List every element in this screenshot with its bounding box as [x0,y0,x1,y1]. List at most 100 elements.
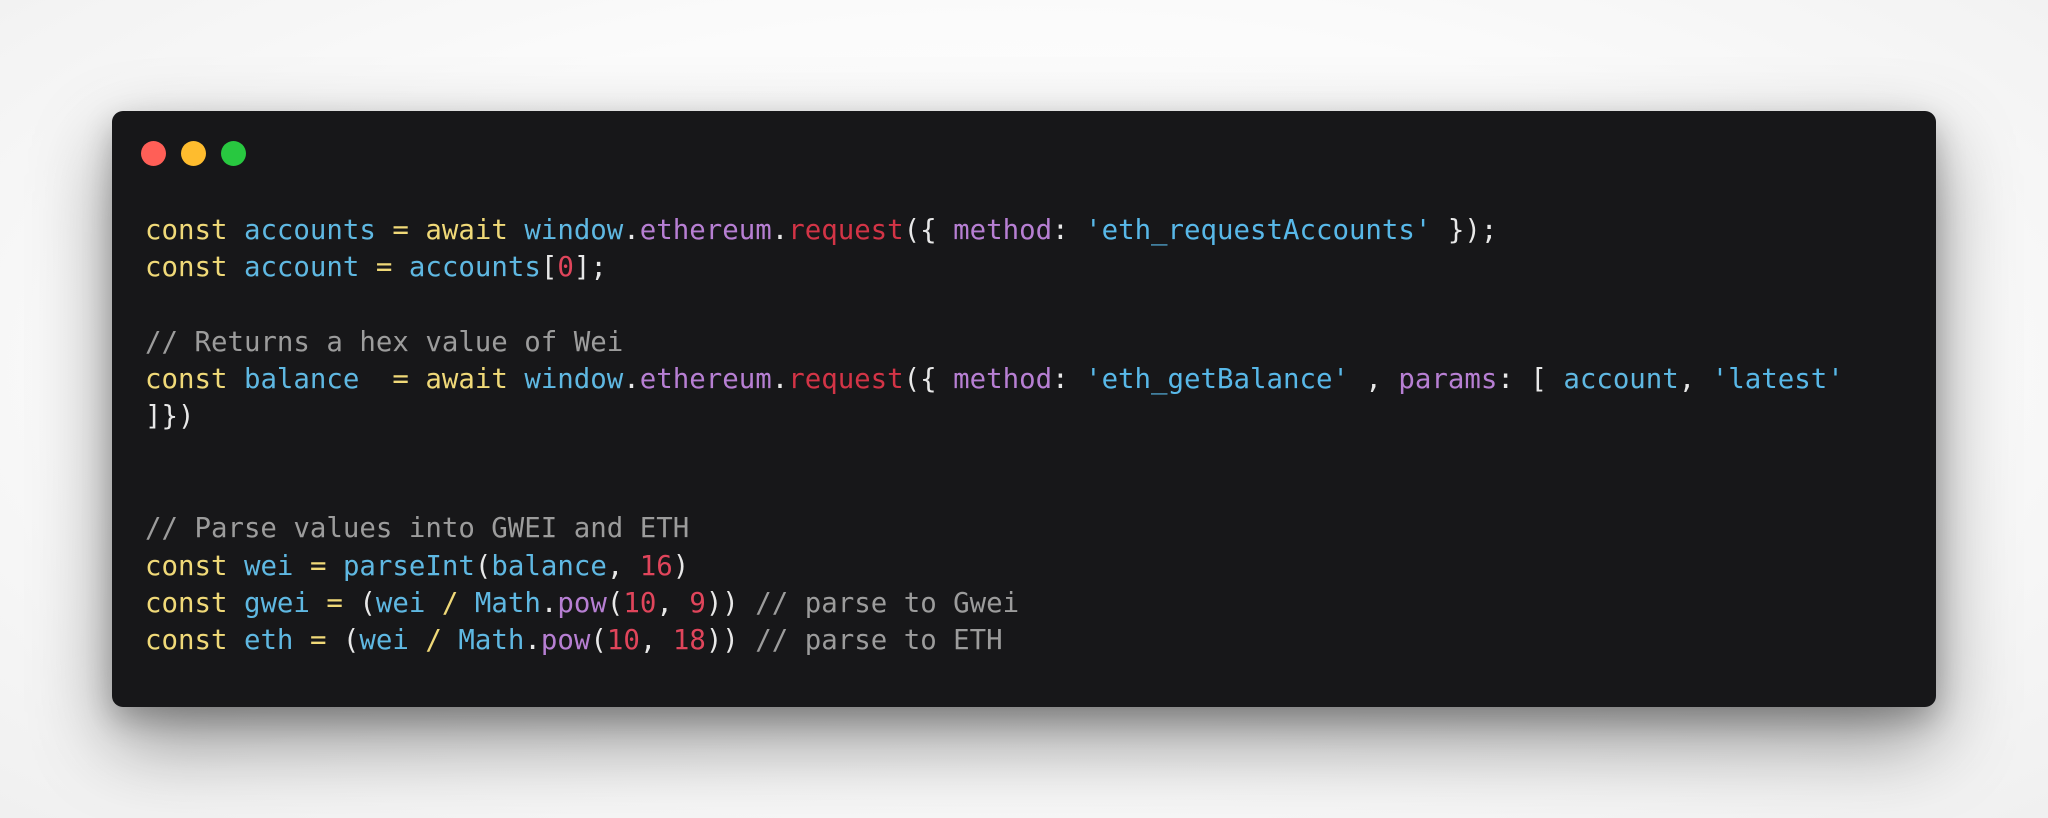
code-token: pow [540,625,591,657]
code-line: const eth = (wei / Math.pow(10, 18)) // … [145,622,1906,659]
code-token: ( [474,550,492,582]
code-token: . [524,625,541,657]
code-token: 0 [557,252,574,284]
code-window: const accounts = await window.ethereum.r… [112,111,1936,707]
code-token: window [524,364,624,396]
code-token: . [540,587,558,619]
window-titlebar [112,111,1936,171]
code-token: parseInt [342,550,475,582]
minimize-window-icon[interactable] [181,141,206,166]
code-token: . [771,215,789,246]
code-token: }); [1431,215,1498,246]
code-token: wei [243,550,294,582]
code-line: ]}) [145,398,1906,435]
code-token: // Returns a hex value of Wei [145,326,624,358]
code-token: const [145,215,228,246]
code-token: 'latest' [1711,364,1844,396]
code-token: ]; [573,252,607,284]
code-token: : [ [1497,364,1564,396]
code-token: pow [557,587,607,619]
code-token: ( [606,587,624,619]
code-token: 18 [672,625,706,657]
code-token: accounts [243,215,376,246]
code-token: / [425,625,442,657]
code-token: : [1052,364,1086,396]
code-token: 16 [639,550,673,582]
code-token: accounts [408,252,541,284]
code-token: = [392,364,409,396]
code-token: await [425,215,508,246]
maximize-window-icon[interactable] [221,141,246,166]
code-token: = [375,252,393,284]
code-token: Math [458,625,525,657]
code-token: 10 [606,625,640,657]
code-token: )) [705,625,756,657]
code-token: balance [243,364,360,396]
code-line: const balance = await window.ethereum.re… [145,361,1906,398]
code-token: . [623,215,640,246]
code-token: , [1348,364,1399,396]
code-token: // Parse values into GWEI and ETH [145,513,690,545]
code-token: 9 [689,587,706,619]
code-token: account [1563,364,1679,396]
code-token: 10 [623,587,657,619]
code-token: params [1398,364,1498,396]
code-token: 'eth_requestAccounts' [1085,215,1432,246]
code-line: // Parse values into GWEI and ETH [145,510,1906,547]
code-token: ( [342,587,376,619]
code-token: const [145,587,228,619]
code-token: const [145,625,228,657]
code-line: const gwei = (wei / Math.pow(10, 9)) // … [145,585,1906,622]
code-token: ethereum [639,215,772,246]
code-token: window [524,215,624,246]
code-token: = [392,215,409,246]
code-token: ( [590,625,607,657]
code-token: , [639,625,673,657]
code-token: , [656,587,690,619]
code-block: const accounts = await window.ethereum.r… [145,212,1906,660]
code-token: const [145,364,228,396]
code-token: : [1052,215,1086,246]
code-line: const wei = parseInt(balance, 16) [145,548,1906,585]
code-line: // Returns a hex value of Wei [145,324,1906,361]
code-token: = [309,550,327,582]
code-token: const [145,550,228,582]
code-token: , [606,550,640,582]
code-token: ) [672,550,690,582]
code-token: ]}) [145,401,195,433]
code-token: eth [243,625,294,657]
close-window-icon[interactable] [141,141,166,166]
code-line: const accounts = await window.ethereum.r… [145,212,1906,249]
code-token: )) [705,587,756,619]
code-token: wei [359,625,409,657]
code-token: Math [474,587,541,619]
code-token: gwei [243,587,310,619]
code-token: // parse to Gwei [755,587,1020,619]
code-token: ( [326,625,360,657]
code-token: 'eth_getBalance' [1085,364,1349,396]
code-token: = [326,587,343,619]
code-token: ({ [903,215,954,246]
code-token: method [953,215,1053,246]
